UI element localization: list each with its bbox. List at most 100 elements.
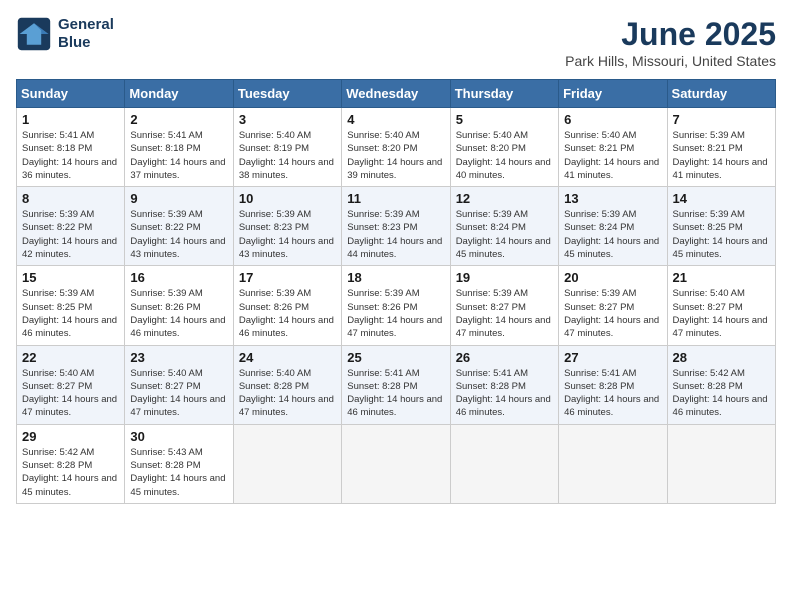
- day-cell-14: 14Sunrise: 5:39 AMSunset: 8:25 PMDayligh…: [667, 187, 775, 266]
- day-number: 25: [347, 350, 444, 365]
- day-number: 10: [239, 191, 336, 206]
- day-number: 8: [22, 191, 119, 206]
- title-block: June 2025 Park Hills, Missouri, United S…: [565, 16, 776, 69]
- day-detail: Sunrise: 5:40 AMSunset: 8:27 PMDaylight:…: [130, 368, 225, 419]
- day-cell-23: 23 Sunrise: 5:40 AMSunset: 8:27 PMDayligh…: [125, 345, 233, 424]
- month-title: June 2025: [565, 16, 776, 53]
- day-detail: Sunrise: 5:39 AMSunset: 8:22 PMDaylight:…: [22, 209, 117, 260]
- day-detail: Sunrise: 5:40 AMSunset: 8:27 PMDaylight:…: [22, 368, 117, 419]
- empty-cell: [342, 424, 450, 503]
- day-cell-5: 5 Sunrise: 5:40 AMSunset: 8:20 PMDaylight…: [450, 108, 558, 187]
- day-cell-6: 6 Sunrise: 5:40 AMSunset: 8:21 PMDaylight…: [559, 108, 667, 187]
- day-detail: Sunrise: 5:39 AMSunset: 8:24 PMDaylight:…: [456, 209, 551, 260]
- day-detail: Sunrise: 5:39 AMSunset: 8:25 PMDaylight:…: [22, 288, 117, 339]
- day-cell-17: 17 Sunrise: 5:39 AMSunset: 8:26 PMDayligh…: [233, 266, 341, 345]
- day-number: 23: [130, 350, 227, 365]
- day-cell-27: 27 Sunrise: 5:41 AMSunset: 8:28 PMDayligh…: [559, 345, 667, 424]
- day-number: 15: [22, 270, 119, 285]
- day-cell-11: 11 Sunrise: 5:39 AMSunset: 8:23 PMDayligh…: [342, 187, 450, 266]
- day-detail: Sunrise: 5:39 AMSunset: 8:26 PMDaylight:…: [130, 288, 225, 339]
- day-detail: Sunrise: 5:41 AMSunset: 8:18 PMDaylight:…: [130, 130, 225, 181]
- day-number: 7: [673, 112, 770, 127]
- day-cell-1: 1 Sunrise: 5:41 AMSunset: 8:18 PMDaylight…: [17, 108, 125, 187]
- day-number: 13: [564, 191, 661, 206]
- day-detail: Sunrise: 5:40 AMSunset: 8:19 PMDaylight:…: [239, 130, 334, 181]
- day-cell-30: 30 Sunrise: 5:43 AMSunset: 8:28 PMDayligh…: [125, 424, 233, 503]
- day-detail: Sunrise: 5:39 AMSunset: 8:22 PMDaylight:…: [130, 209, 225, 260]
- weekday-header-thursday: Thursday: [450, 80, 558, 108]
- day-number: 24: [239, 350, 336, 365]
- day-number: 19: [456, 270, 553, 285]
- day-detail: Sunrise: 5:40 AMSunset: 8:20 PMDaylight:…: [456, 130, 551, 181]
- day-detail: Sunrise: 5:41 AMSunset: 8:28 PMDaylight:…: [564, 368, 659, 419]
- day-detail: Sunrise: 5:39 AMSunset: 8:21 PMDaylight:…: [673, 130, 768, 181]
- day-cell-13: 13 Sunrise: 5:39 AMSunset: 8:24 PMDayligh…: [559, 187, 667, 266]
- day-cell-8: 8 Sunrise: 5:39 AMSunset: 8:22 PMDaylight…: [17, 187, 125, 266]
- day-detail: Sunrise: 5:42 AMSunset: 8:28 PMDaylight:…: [673, 368, 768, 419]
- day-detail: Sunrise: 5:43 AMSunset: 8:28 PMDaylight:…: [130, 447, 225, 498]
- day-cell-20: 20 Sunrise: 5:39 AMSunset: 8:27 PMDayligh…: [559, 266, 667, 345]
- day-detail: Sunrise: 5:41 AMSunset: 8:28 PMDaylight:…: [347, 368, 442, 419]
- day-detail: Sunrise: 5:40 AMSunset: 8:20 PMDaylight:…: [347, 130, 442, 181]
- day-number: 28: [673, 350, 770, 365]
- calendar-week-2: 8 Sunrise: 5:39 AMSunset: 8:22 PMDaylight…: [17, 187, 776, 266]
- day-number: 18: [347, 270, 444, 285]
- day-number: 17: [239, 270, 336, 285]
- day-detail: Sunrise: 5:41 AMSunset: 8:28 PMDaylight:…: [456, 368, 551, 419]
- day-number: 27: [564, 350, 661, 365]
- calendar-week-3: 15 Sunrise: 5:39 AMSunset: 8:25 PMDayligh…: [17, 266, 776, 345]
- calendar-table: SundayMondayTuesdayWednesdayThursdayFrid…: [16, 79, 776, 504]
- day-number: 21: [673, 270, 770, 285]
- day-number: 2: [130, 112, 227, 127]
- weekday-header-saturday: Saturday: [667, 80, 775, 108]
- day-cell-25: 25 Sunrise: 5:41 AMSunset: 8:28 PMDayligh…: [342, 345, 450, 424]
- day-detail: Sunrise: 5:41 AMSunset: 8:18 PMDaylight:…: [22, 130, 117, 181]
- logo-icon: [16, 16, 52, 52]
- day-detail: Sunrise: 5:40 AMSunset: 8:27 PMDaylight:…: [673, 288, 768, 339]
- calendar-week-5: 29 Sunrise: 5:42 AMSunset: 8:28 PMDayligh…: [17, 424, 776, 503]
- weekday-header-monday: Monday: [125, 80, 233, 108]
- empty-cell: [233, 424, 341, 503]
- day-cell-9: 9 Sunrise: 5:39 AMSunset: 8:22 PMDaylight…: [125, 187, 233, 266]
- page-header: General Blue June 2025 Park Hills, Misso…: [16, 16, 776, 69]
- day-number: 12: [456, 191, 553, 206]
- day-number: 6: [564, 112, 661, 127]
- day-number: 9: [130, 191, 227, 206]
- day-cell-21: 21 Sunrise: 5:40 AMSunset: 8:27 PMDayligh…: [667, 266, 775, 345]
- day-number: 20: [564, 270, 661, 285]
- day-cell-4: 4 Sunrise: 5:40 AMSunset: 8:20 PMDaylight…: [342, 108, 450, 187]
- day-number: 1: [22, 112, 119, 127]
- weekday-header-tuesday: Tuesday: [233, 80, 341, 108]
- day-number: 4: [347, 112, 444, 127]
- day-number: 11: [347, 191, 444, 206]
- day-detail: Sunrise: 5:40 AMSunset: 8:28 PMDaylight:…: [239, 368, 334, 419]
- calendar-week-1: 1 Sunrise: 5:41 AMSunset: 8:18 PMDaylight…: [17, 108, 776, 187]
- day-detail: Sunrise: 5:42 AMSunset: 8:28 PMDaylight:…: [22, 447, 117, 498]
- day-detail: Sunrise: 5:39 AMSunset: 8:23 PMDaylight:…: [347, 209, 442, 260]
- day-number: 30: [130, 429, 227, 444]
- day-cell-18: 18Sunrise: 5:39 AMSunset: 8:26 PMDayligh…: [342, 266, 450, 345]
- logo-text: General Blue: [58, 16, 114, 52]
- day-cell-26: 26 Sunrise: 5:41 AMSunset: 8:28 PMDayligh…: [450, 345, 558, 424]
- day-detail: Sunrise: 5:39 AMSunset: 8:26 PMDaylight:…: [239, 288, 334, 339]
- day-detail: Sunrise: 5:40 AMSunset: 8:21 PMDaylight:…: [564, 130, 659, 181]
- day-cell-2: 2 Sunrise: 5:41 AMSunset: 8:18 PMDaylight…: [125, 108, 233, 187]
- weekday-header-sunday: Sunday: [17, 80, 125, 108]
- empty-cell: [667, 424, 775, 503]
- day-cell-24: 24 Sunrise: 5:40 AMSunset: 8:28 PMDayligh…: [233, 345, 341, 424]
- day-number: 22: [22, 350, 119, 365]
- day-number: 5: [456, 112, 553, 127]
- day-cell-15: 15 Sunrise: 5:39 AMSunset: 8:25 PMDayligh…: [17, 266, 125, 345]
- day-detail: Sunrise: 5:39 AMSunset: 8:24 PMDaylight:…: [564, 209, 659, 260]
- day-cell-16: 16Sunrise: 5:39 AMSunset: 8:26 PMDayligh…: [125, 266, 233, 345]
- location: Park Hills, Missouri, United States: [565, 53, 776, 69]
- logo: General Blue: [16, 16, 114, 52]
- day-cell-22: 22 Sunrise: 5:40 AMSunset: 8:27 PMDayligh…: [17, 345, 125, 424]
- calendar-week-4: 22 Sunrise: 5:40 AMSunset: 8:27 PMDayligh…: [17, 345, 776, 424]
- day-number: 29: [22, 429, 119, 444]
- empty-cell: [450, 424, 558, 503]
- weekday-header-wednesday: Wednesday: [342, 80, 450, 108]
- day-detail: Sunrise: 5:39 AMSunset: 8:27 PMDaylight:…: [564, 288, 659, 339]
- day-cell-29: 29 Sunrise: 5:42 AMSunset: 8:28 PMDayligh…: [17, 424, 125, 503]
- day-number: 26: [456, 350, 553, 365]
